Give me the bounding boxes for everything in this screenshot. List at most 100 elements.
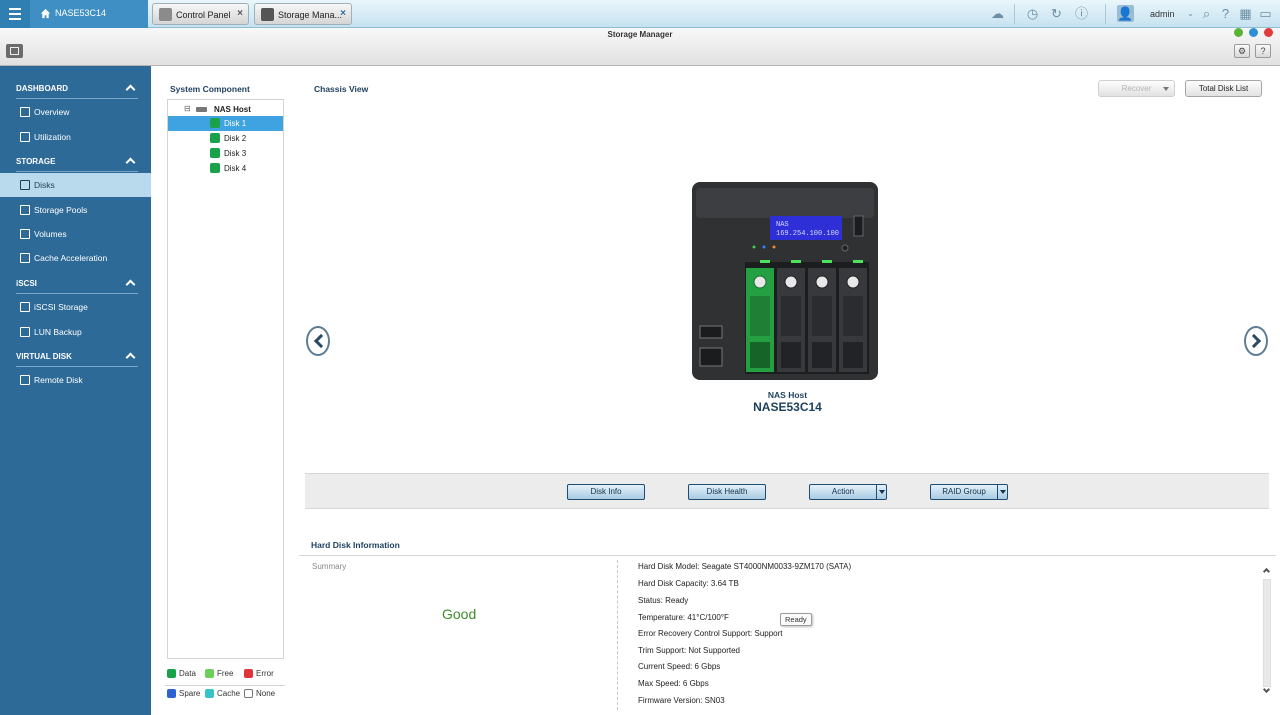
home-tab[interactable]: NASE53C14 <box>30 0 148 28</box>
grid-icon[interactable]: ▦ <box>1237 5 1254 22</box>
overview-icon <box>20 107 30 117</box>
settings-gear-icon[interactable]: ⚙ <box>1234 44 1250 58</box>
minimize-icon[interactable] <box>1234 28 1243 37</box>
chevron-down-icon[interactable] <box>876 485 886 499</box>
section-virtual-disk[interactable]: VIRTUAL DISK <box>16 352 72 361</box>
button-label: Total Disk List <box>1198 84 1249 93</box>
button-label: Disk Health <box>706 487 748 496</box>
sidebar-item-volumes[interactable]: Volumes <box>0 222 151 246</box>
drive-tray-3[interactable] <box>808 268 836 372</box>
tree-node-disk-1[interactable]: Disk 1 <box>168 116 283 131</box>
sidebar-item-cache-acceleration[interactable]: Cache Acceleration <box>0 246 151 270</box>
lun-backup-icon <box>20 327 30 337</box>
chevron-up-icon[interactable] <box>125 157 136 168</box>
action-dropdown-button[interactable]: Action <box>809 484 887 500</box>
chevron-up-icon[interactable] <box>125 352 136 363</box>
tree-node-disk-4[interactable]: Disk 4 <box>168 161 283 176</box>
sync-icon[interactable]: ↻ <box>1048 5 1065 22</box>
disk-icon <box>210 118 220 128</box>
cloud-icon[interactable]: ☁ <box>989 5 1006 22</box>
recover-dropdown[interactable]: Recover <box>1098 80 1175 97</box>
tree-node-nas-host[interactable]: ⊟ NAS Host <box>168 102 283 117</box>
button-label: Action <box>831 487 855 496</box>
info-max-speed: Max Speed: 6 Gbps <box>638 679 709 688</box>
volumes-icon <box>20 229 30 239</box>
sidebar-item-disks[interactable]: Disks <box>0 173 151 197</box>
close-icon[interactable]: × <box>340 8 346 19</box>
nas-device-image[interactable]: NAS 169.254.100.100 <box>690 180 880 381</box>
disk-icon <box>210 163 220 173</box>
disk-health-button[interactable]: Disk Health <box>688 484 766 500</box>
sidebar-item-label: Overview <box>34 107 70 117</box>
notification-icon[interactable]: ⓘ <box>1073 5 1090 22</box>
chassis-view-panel: Chassis View Recover Total Disk List NAS… <box>299 74 1276 524</box>
vertical-scrollbar[interactable] <box>1262 567 1272 699</box>
user-avatar-icon[interactable]: 👤 <box>1117 5 1134 22</box>
cache-disk-icon <box>205 689 214 698</box>
drive-tray-1[interactable] <box>746 268 774 372</box>
info-error-recovery-control: Error Recovery Control Support: Support <box>638 629 783 638</box>
window-header: Storage Manager ⚙ ? <box>0 28 1280 66</box>
divider <box>16 293 138 294</box>
section-storage[interactable]: STORAGE <box>16 157 55 166</box>
none-disk-icon <box>244 689 253 698</box>
tree-node-label: Disk 3 <box>224 149 247 158</box>
download-icon[interactable]: ◷ <box>1024 5 1041 22</box>
legend-label: Cache <box>217 689 241 698</box>
tree-node-label: Disk 4 <box>224 164 247 173</box>
legend-label: None <box>256 689 276 698</box>
iscsi-storage-icon <box>20 302 30 312</box>
close-window-icon[interactable] <box>1264 28 1273 37</box>
search-icon[interactable]: ⌕ <box>1198 5 1215 22</box>
legend-label: Error <box>256 669 274 678</box>
chevron-down-icon <box>1163 87 1169 91</box>
disk-info-button[interactable]: Disk Info <box>567 484 645 500</box>
divider <box>16 98 138 99</box>
sidebar-item-storage-pools[interactable]: Storage Pools <box>0 198 151 222</box>
scroll-down-icon[interactable] <box>1262 685 1271 694</box>
cache-acceleration-icon <box>20 253 30 263</box>
drive-tray-4[interactable] <box>839 268 867 372</box>
previous-arrow-icon[interactable] <box>306 326 330 356</box>
lcd-line-2: 169.254.100.100 <box>776 230 839 238</box>
sidebar-item-overview[interactable]: Overview <box>0 100 151 124</box>
main-menu-button[interactable] <box>0 0 30 28</box>
separator <box>1014 4 1015 24</box>
scroll-up-icon[interactable] <box>1262 567 1271 576</box>
collapse-icon[interactable]: ⊟ <box>184 104 191 113</box>
sidebar-item-iscsi-storage[interactable]: iSCSI Storage <box>0 295 151 319</box>
sidebar-item-utilization[interactable]: Utilization <box>0 125 151 149</box>
sidebar-toggle-button[interactable] <box>6 44 23 58</box>
legend-label: Spare <box>179 689 201 698</box>
total-disk-list-button[interactable]: Total Disk List <box>1185 80 1262 97</box>
info-temperature: Temperature: 41°C/100°F <box>638 613 729 622</box>
disk-health-status: Good <box>442 606 477 622</box>
next-arrow-icon[interactable] <box>1244 326 1268 356</box>
help-button[interactable]: ? <box>1255 44 1271 58</box>
tab-storage-manager[interactable]: Storage Mana... × <box>254 3 352 25</box>
chevron-up-icon[interactable] <box>125 84 136 95</box>
drive-tray-2[interactable] <box>777 268 805 372</box>
chevron-down-icon[interactable] <box>997 485 1007 499</box>
sidebar-item-remote-disk[interactable]: Remote Disk <box>0 368 151 392</box>
info-firmware-version: Firmware Version: SN03 <box>638 696 725 705</box>
nas-host-icon <box>196 107 207 112</box>
help-icon[interactable]: ? <box>1217 5 1234 22</box>
monitor-icon[interactable]: ▭ <box>1257 5 1274 22</box>
section-dashboard[interactable]: DASHBOARD <box>16 84 68 93</box>
section-iscsi[interactable]: iSCSI <box>16 279 37 288</box>
scrollbar-thumb[interactable] <box>1263 579 1271 687</box>
close-icon[interactable]: × <box>237 8 243 19</box>
maximize-icon[interactable] <box>1249 28 1258 37</box>
chevron-down-icon[interactable]: ⌄ <box>1182 5 1199 22</box>
tab-control-panel[interactable]: Control Panel × <box>152 3 249 25</box>
raid-group-dropdown-button[interactable]: RAID Group <box>930 484 1008 500</box>
tree-node-disk-3[interactable]: Disk 3 <box>168 146 283 161</box>
divider <box>299 555 1276 556</box>
tree-node-disk-2[interactable]: Disk 2 <box>168 131 283 146</box>
host-caption: NAS Host <box>767 390 808 400</box>
chevron-up-icon[interactable] <box>125 279 136 290</box>
sidebar-item-lun-backup[interactable]: LUN Backup <box>0 320 151 344</box>
user-name[interactable]: admin <box>1150 9 1175 19</box>
hard-disk-information-panel: Hard Disk Information Summary Good Hard … <box>299 531 1276 711</box>
